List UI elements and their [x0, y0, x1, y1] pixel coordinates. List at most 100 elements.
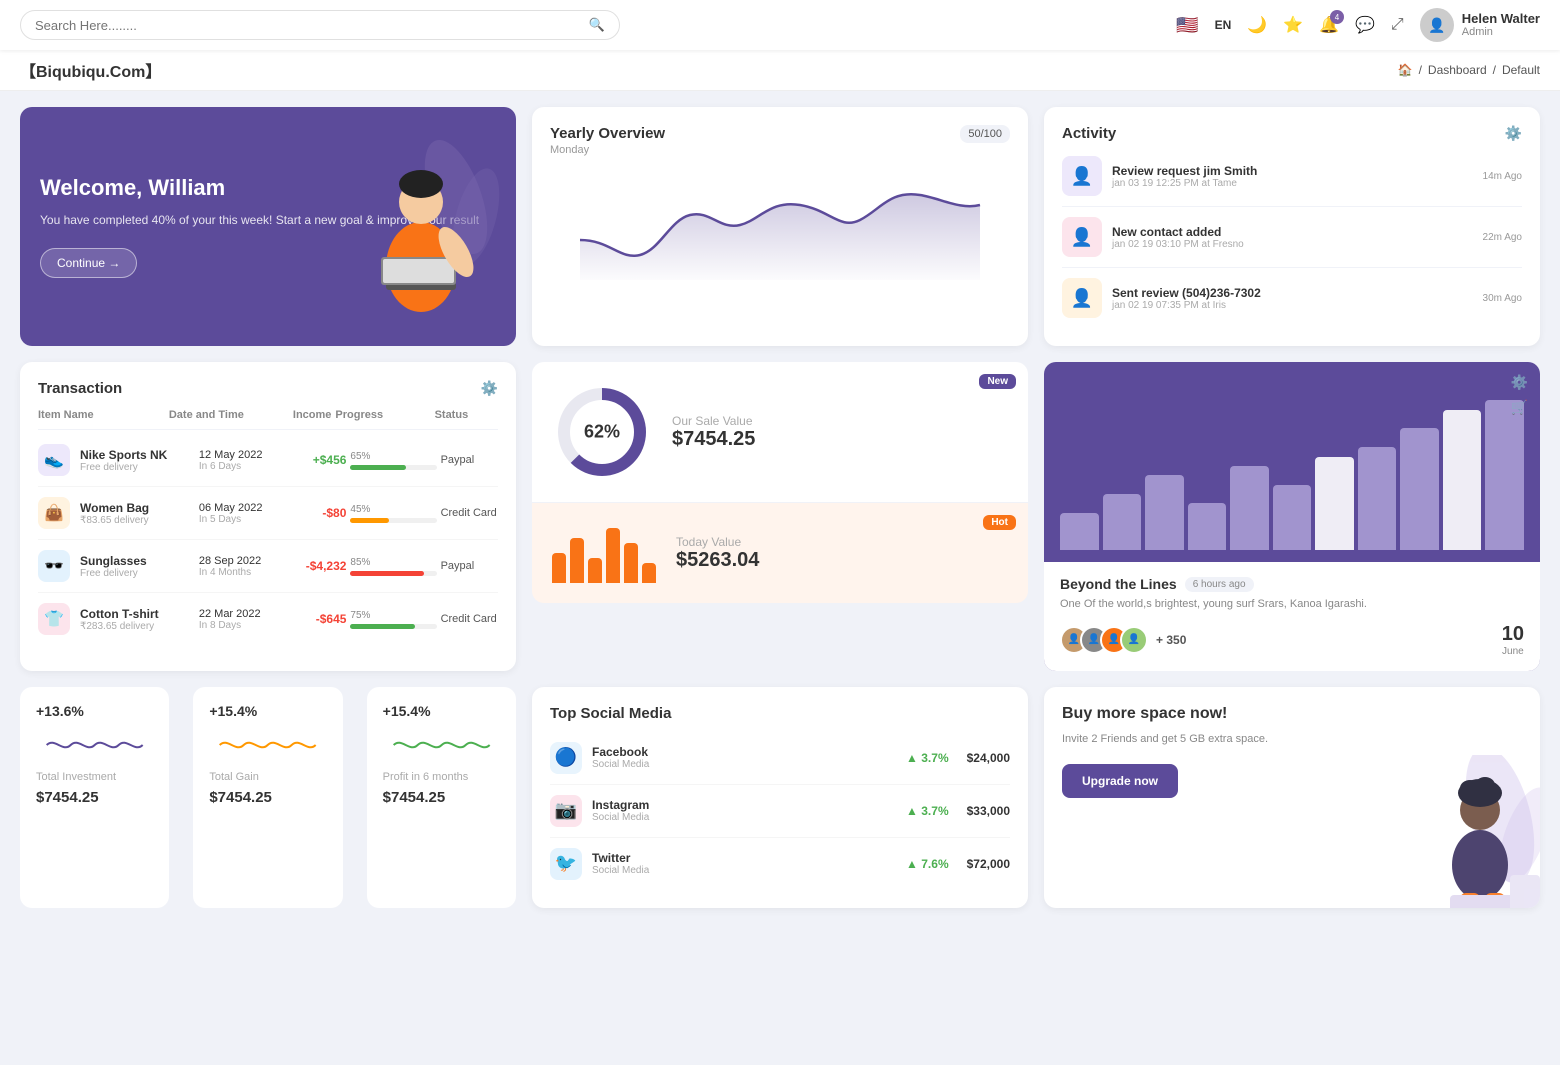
bar-rect-6 — [1315, 457, 1354, 551]
avatar-4: 👤 — [1120, 626, 1148, 654]
user-name: Helen Walter — [1462, 11, 1540, 27]
transaction-card: Transaction ⚙️ Item Name Date and Time I… — [20, 362, 516, 671]
yearly-subtitle: Monday — [550, 144, 665, 156]
search-input[interactable] — [35, 18, 581, 33]
activity-thumb-1: 👤 — [1062, 217, 1102, 257]
social-val-2: $72,000 — [967, 857, 1010, 871]
tx-progress-col-3: 75% — [350, 610, 436, 629]
nav-icons: 🇺🇸 EN 🌙 ⭐ 🔔 4 💬 ⤢ 👤 Helen Walter Admin — [1176, 8, 1540, 42]
search-bar[interactable]: 🔍 — [20, 10, 620, 40]
expand-icon[interactable]: ⤢ — [1391, 16, 1404, 34]
yearly-card-header: Yearly Overview Monday 50/100 — [550, 125, 1010, 156]
tx-icon-3: 👕 — [38, 603, 70, 635]
activity-item-title-1: New contact added — [1112, 225, 1473, 239]
avatar: 👤 — [1420, 8, 1454, 42]
user-info[interactable]: 👤 Helen Walter Admin — [1420, 8, 1540, 42]
yearly-title: Yearly Overview — [550, 125, 665, 142]
activity-thumb-0: 👤 — [1062, 156, 1102, 196]
tx-income-col-1: -$80 — [289, 506, 346, 520]
tx-status-col-1: Credit Card — [441, 507, 498, 519]
beyond-subtitle: One Of the world,s brightest, young surf… — [1060, 596, 1524, 613]
chat-icon[interactable]: 💬 — [1355, 15, 1375, 35]
social-pct-0: ▲ 3.7% — [906, 751, 949, 765]
search-icon: 🔍 — [589, 17, 605, 33]
today-value: $5263.04 — [676, 549, 759, 572]
breadcrumb: 🏠 / Dashboard / Default — [1398, 63, 1540, 77]
stat-value-0: $7454.25 — [36, 789, 153, 806]
stat-wave-svg-2 — [383, 725, 500, 765]
activity-title: Activity — [1062, 125, 1116, 142]
chart-cart-icon[interactable]: 🛒 — [1511, 399, 1528, 416]
activity-item-title-2: Sent review (504)236-7302 — [1112, 286, 1473, 300]
bar-rect-5 — [1273, 485, 1312, 550]
activity-item-meta-1: jan 02 19 03:10 PM at Fresno — [1112, 239, 1473, 250]
date-num: 10 — [1502, 623, 1524, 646]
sale-column: New 62% Our Sale Value $7454.25 Hot — [532, 362, 1028, 671]
breadcrumb-dashboard[interactable]: Dashboard — [1428, 63, 1487, 77]
bar-rect-7 — [1358, 447, 1397, 550]
upgrade-subtitle: Invite 2 Friends and get 5 GB extra spac… — [1062, 731, 1522, 749]
tx-income-col-0: +$456 — [289, 453, 346, 467]
date-month: June — [1502, 646, 1524, 657]
tx-progress-col-1: 45% — [350, 504, 436, 523]
welcome-card: Welcome, William You have completed 40% … — [20, 107, 516, 346]
activity-ago-0: 14m Ago — [1483, 171, 1522, 182]
star-icon[interactable]: ⭐ — [1283, 15, 1303, 35]
yearly-overview-card: Yearly Overview Monday 50/100 — [532, 107, 1028, 346]
donut-section: New 62% Our Sale Value $7454.25 — [532, 362, 1028, 503]
today-section: Hot Today Value $5263.04 — [532, 503, 1028, 603]
plus-count: + 350 — [1156, 633, 1186, 647]
person-illustration-svg — [346, 137, 506, 317]
transaction-title: Transaction — [38, 380, 122, 397]
activity-item-1: 👤 New contact added jan 02 19 03:10 PM a… — [1062, 207, 1522, 268]
tx-date-col-0: 12 May 2022 In 6 Days — [199, 449, 285, 472]
tx-income-col-2: -$4,232 — [289, 559, 346, 573]
tx-date-col-3: 22 Mar 2022 In 8 Days — [199, 608, 285, 631]
stat-item-0: +13.6% Total Investment $7454.25 — [20, 687, 169, 908]
bell-icon[interactable]: 🔔 4 — [1319, 15, 1339, 35]
table-row: 👟 Nike Sports NK Free delivery 12 May 20… — [38, 434, 498, 487]
bar-rect-4 — [1230, 466, 1269, 550]
home-icon[interactable]: 🏠 — [1398, 63, 1413, 77]
stat-item-2: +15.4% Profit in 6 months $7454.25 — [367, 687, 516, 908]
col-header-progress: Progress — [335, 409, 430, 421]
chart-settings-icon[interactable]: ⚙️ — [1511, 374, 1528, 391]
bar-item — [1273, 374, 1312, 550]
social-platform-0: Facebook — [592, 745, 896, 759]
bar-rect-2 — [1145, 475, 1184, 550]
yearly-chart-svg — [550, 160, 1010, 280]
tx-name-col-0: Nike Sports NK Free delivery — [80, 448, 195, 473]
tx-status-col-3: Credit Card — [441, 613, 498, 625]
hot-badge: Hot — [983, 515, 1016, 530]
social-icon-2: 🐦 — [550, 848, 582, 880]
today-bars — [552, 523, 656, 583]
col-header-status: Status — [435, 409, 498, 421]
transaction-gear-icon[interactable]: ⚙️ — [481, 380, 498, 397]
bar-rect-9 — [1443, 410, 1482, 550]
activity-item-2: 👤 Sent review (504)236-7302 jan 02 19 07… — [1062, 268, 1522, 328]
bar-rect-10 — [1485, 400, 1524, 550]
col-header-name: Item Name — [38, 409, 165, 421]
upgrade-button[interactable]: Upgrade now — [1062, 764, 1178, 798]
stat-label-2: Profit in 6 months — [383, 771, 500, 783]
social-platform-2: Twitter — [592, 851, 896, 865]
tx-name-col-3: Cotton T-shirt ₹283.65 delivery — [80, 607, 195, 632]
breadcrumb-sep2: / — [1493, 63, 1496, 77]
main-grid: Welcome, William You have completed 40% … — [0, 91, 1560, 924]
yearly-badge: 50/100 — [960, 125, 1010, 143]
social-list: 🔵 Facebook Social Media ▲ 3.7% $24,000 📷… — [550, 732, 1010, 890]
bar-rect-8 — [1400, 428, 1439, 550]
moon-icon[interactable]: 🌙 — [1247, 15, 1267, 35]
social-title: Top Social Media — [550, 705, 1010, 722]
activity-gear-icon[interactable]: ⚙️ — [1505, 125, 1522, 142]
social-type-2: Social Media — [592, 865, 896, 876]
social-platform-1: Instagram — [592, 798, 896, 812]
today-label: Today Value — [676, 535, 759, 549]
beyond-time: 6 hours ago — [1185, 577, 1254, 592]
bar-chart-inner — [1044, 362, 1540, 562]
social-val-0: $24,000 — [967, 751, 1010, 765]
bar-rect-0 — [1060, 513, 1099, 550]
tx-progress-col-2: 85% — [350, 557, 436, 576]
continue-button[interactable]: Continue → — [40, 248, 137, 278]
beyond-meta: 👤 👤 👤 👤 + 350 10 June — [1060, 623, 1524, 657]
